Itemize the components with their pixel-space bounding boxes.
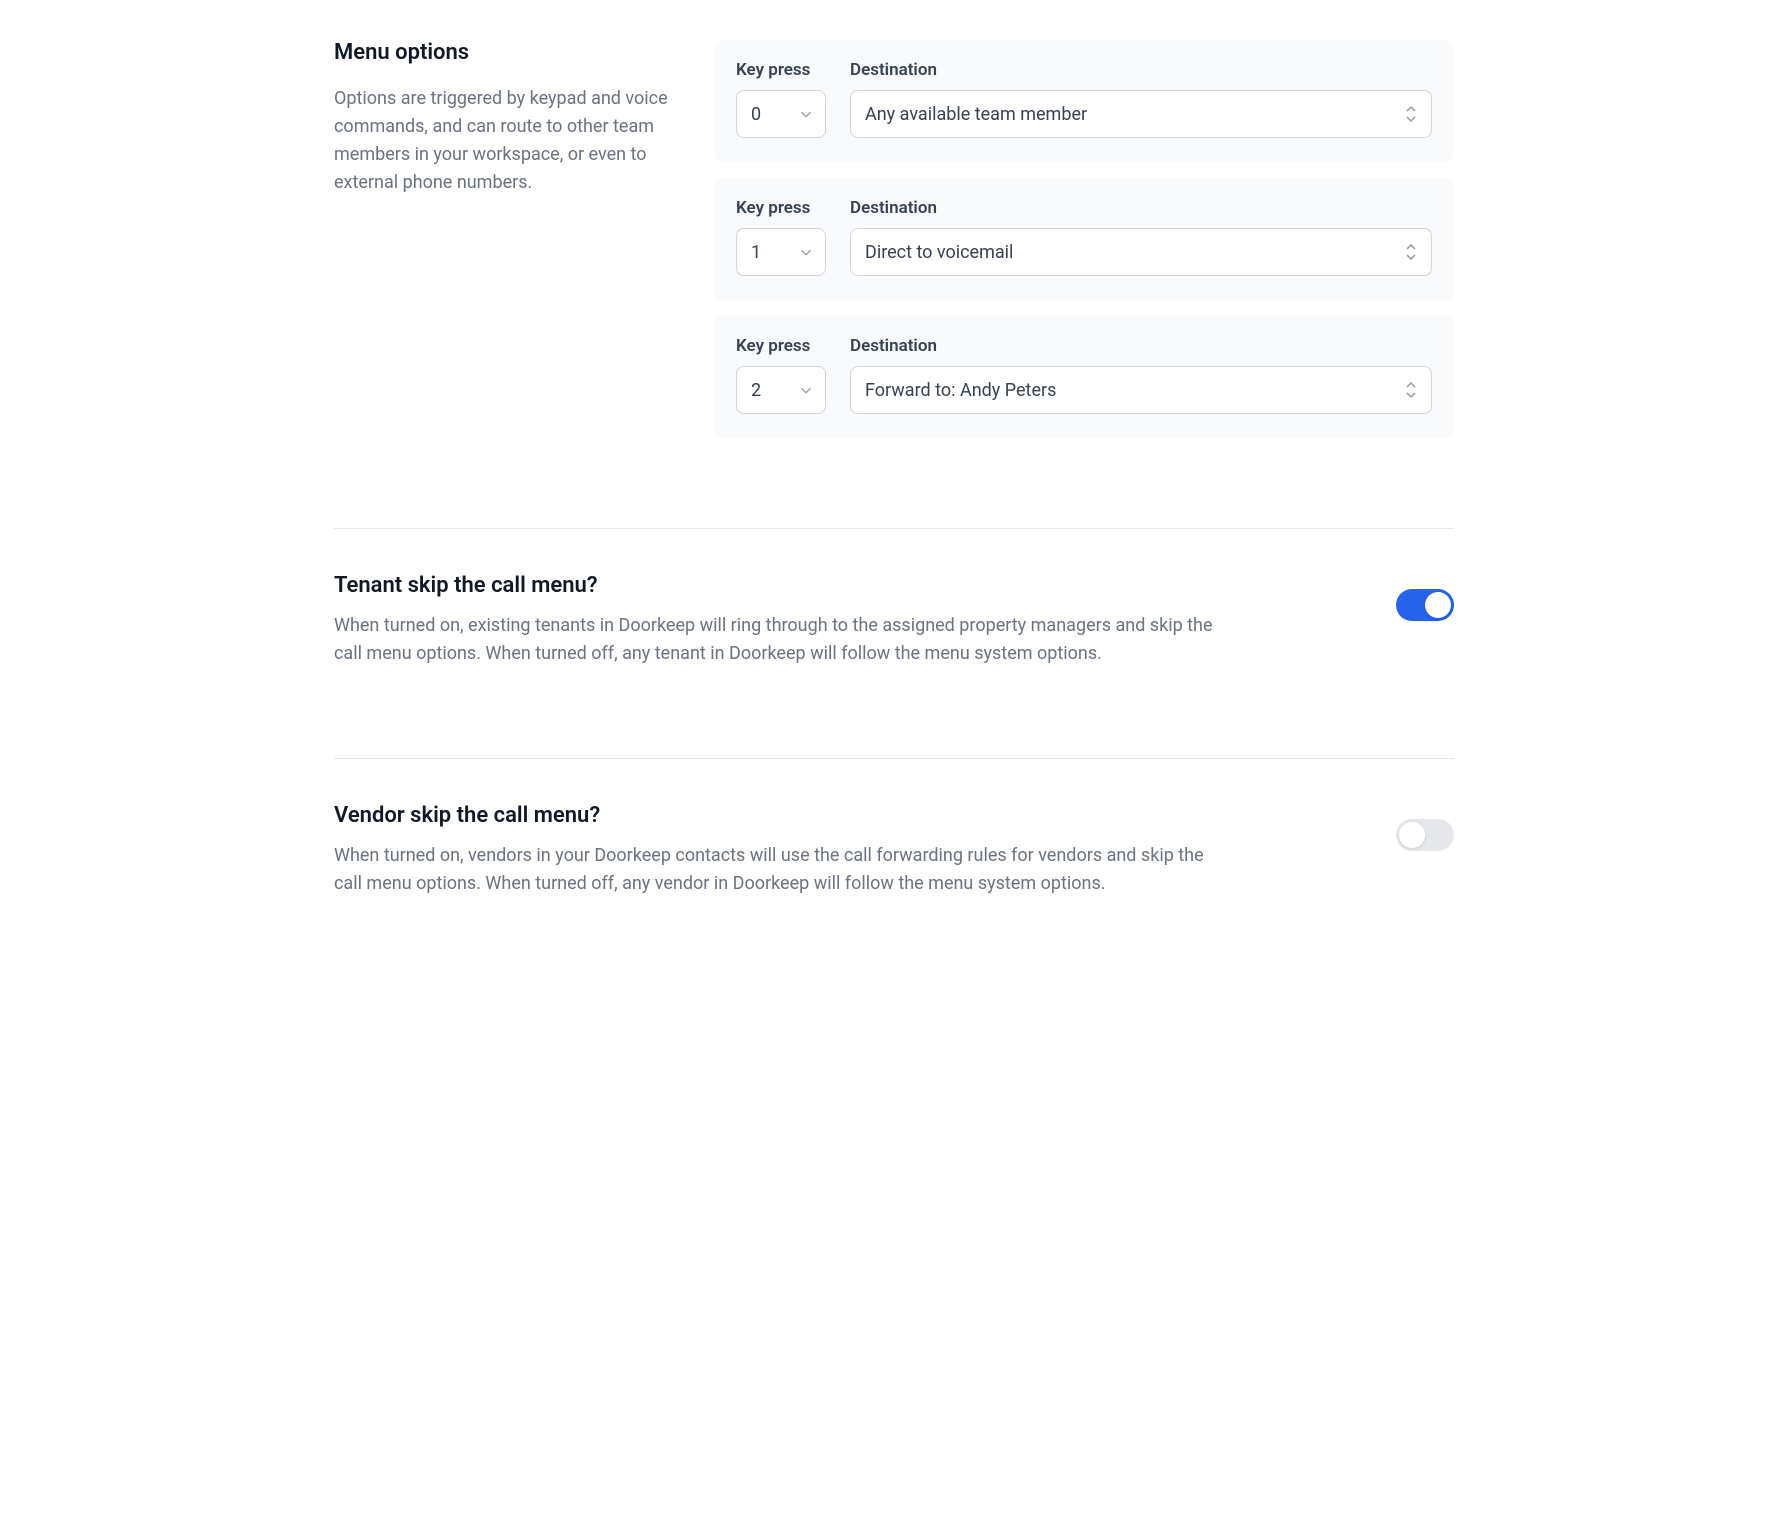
destination-select[interactable]: Any available team member — [850, 90, 1432, 138]
menu-options-title: Menu options — [334, 40, 674, 65]
tenant-skip-description: When turned on, existing tenants in Door… — [334, 612, 1234, 668]
divider — [334, 528, 1454, 529]
destination-value: Any available team member — [865, 104, 1087, 125]
menu-options-description: Options are triggered by keypad and voic… — [334, 85, 674, 197]
chevron-updown-icon — [1403, 379, 1419, 401]
menu-options-section: Menu options Options are triggered by ke… — [334, 40, 1454, 438]
tenant-skip-text: Tenant skip the call menu? When turned o… — [334, 573, 1234, 668]
key-press-value: 2 — [751, 380, 761, 401]
toggle-knob — [1399, 822, 1425, 848]
toggle-knob — [1425, 592, 1451, 618]
vendor-skip-text: Vendor skip the call menu? When turned o… — [334, 803, 1234, 898]
destination-field: Destination Forward to: Andy Peters — [850, 336, 1432, 414]
tenant-skip-section: Tenant skip the call menu? When turned o… — [334, 573, 1454, 668]
menu-option-row: Key press 2 Destination Forward to: Andy… — [714, 316, 1454, 438]
key-press-select[interactable]: 0 — [736, 90, 826, 138]
key-press-field: Key press 0 — [736, 60, 826, 138]
destination-value: Forward to: Andy Peters — [865, 380, 1056, 401]
vendor-skip-description: When turned on, vendors in your Doorkeep… — [334, 842, 1234, 898]
key-press-field: Key press 1 — [736, 198, 826, 276]
vendor-skip-section: Vendor skip the call menu? When turned o… — [334, 803, 1454, 898]
key-press-select[interactable]: 1 — [736, 228, 826, 276]
chevron-down-icon — [797, 243, 815, 261]
destination-label: Destination — [850, 60, 1432, 80]
menu-options-header: Menu options Options are triggered by ke… — [334, 40, 674, 197]
destination-value: Direct to voicemail — [865, 242, 1013, 263]
key-press-label: Key press — [736, 60, 826, 80]
key-press-field: Key press 2 — [736, 336, 826, 414]
tenant-skip-toggle[interactable] — [1396, 589, 1454, 621]
tenant-skip-title: Tenant skip the call menu? — [334, 573, 1234, 598]
vendor-skip-title: Vendor skip the call menu? — [334, 803, 1234, 828]
chevron-updown-icon — [1403, 241, 1419, 263]
key-press-value: 0 — [751, 104, 761, 125]
destination-select[interactable]: Direct to voicemail — [850, 228, 1432, 276]
menu-option-row: Key press 1 Destination Direct to voicem… — [714, 178, 1454, 300]
key-press-select[interactable]: 2 — [736, 366, 826, 414]
destination-field: Destination Any available team member — [850, 60, 1432, 138]
destination-label: Destination — [850, 336, 1432, 356]
key-press-label: Key press — [736, 336, 826, 356]
key-press-label: Key press — [736, 198, 826, 218]
menu-options-content: Key press 0 Destination Any available te… — [714, 40, 1454, 438]
destination-select[interactable]: Forward to: Andy Peters — [850, 366, 1432, 414]
chevron-down-icon — [797, 105, 815, 123]
divider — [334, 758, 1454, 759]
menu-option-row: Key press 0 Destination Any available te… — [714, 40, 1454, 162]
chevron-down-icon — [797, 381, 815, 399]
destination-field: Destination Direct to voicemail — [850, 198, 1432, 276]
vendor-skip-toggle[interactable] — [1396, 819, 1454, 851]
destination-label: Destination — [850, 198, 1432, 218]
key-press-value: 1 — [751, 242, 761, 263]
chevron-updown-icon — [1403, 103, 1419, 125]
